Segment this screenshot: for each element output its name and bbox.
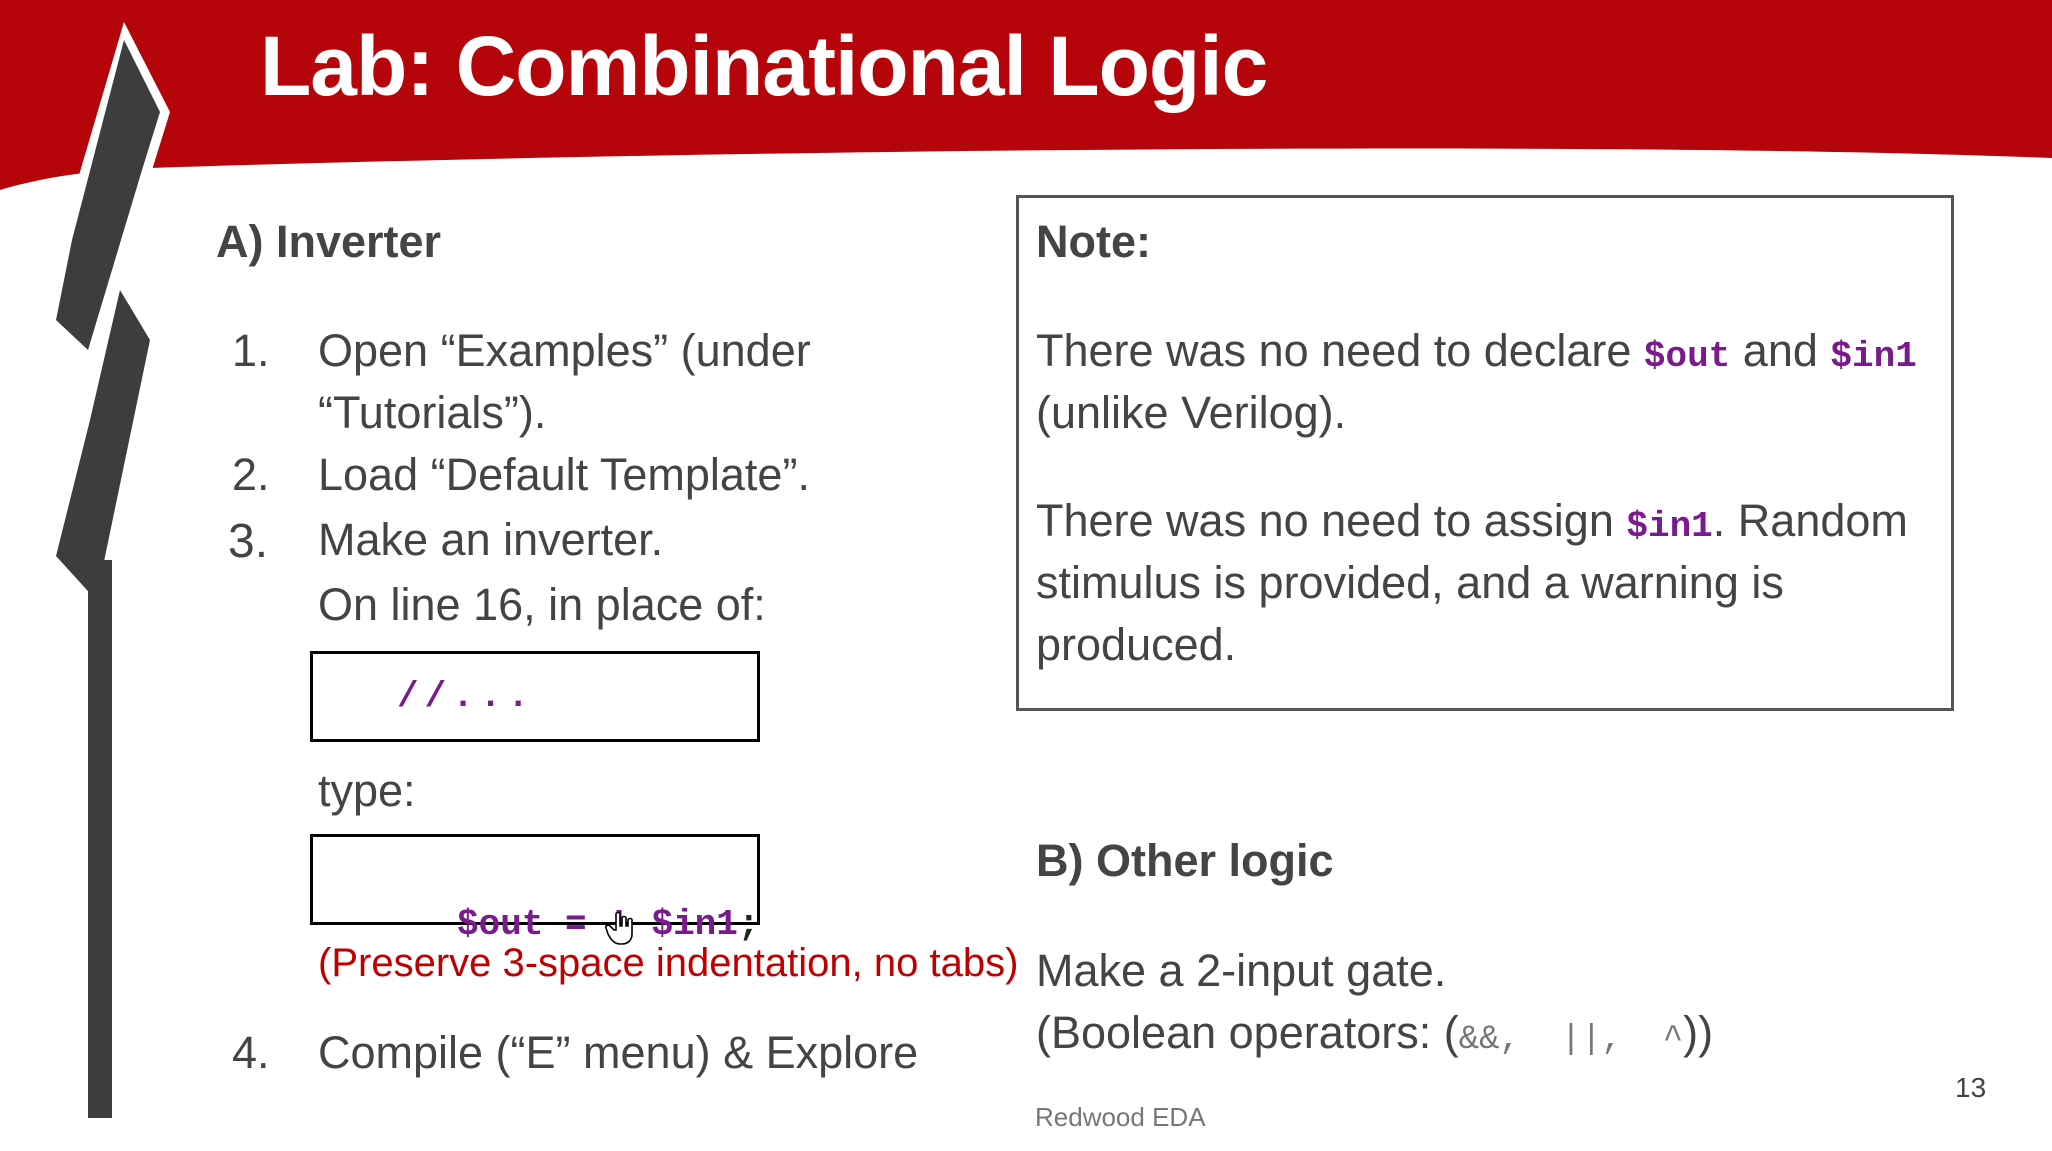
section-a-heading: A) Inverter [216, 216, 442, 267]
section-b-heading: B) Other logic [1036, 835, 1334, 886]
step-2-number: 2. [232, 449, 270, 500]
section-b-line-2-suffix: )) [1683, 1007, 1714, 1058]
inverter-code-box: $out = ! $in1; [310, 834, 760, 945]
note-paragraph-1-line-2: (unlike Verilog). [1036, 387, 1347, 438]
step-3-number: 3. [228, 515, 269, 568]
placeholder-code-box: //... [310, 651, 760, 742]
note-p2-text-b: . Random [1712, 495, 1908, 546]
slide: Lab: Combinational Logic A) Inverter 1. … [0, 0, 2052, 1151]
step-3-line-1: Make an inverter. [318, 514, 664, 565]
code-in: $in1 [651, 904, 738, 945]
note-paragraph-2-line-3: produced. [1036, 619, 1237, 670]
section-b-line-2-prefix: (Boolean operators: ( [1036, 1007, 1459, 1058]
note-p1-text-b: and [1730, 325, 1831, 376]
note-heading: Note: [1036, 216, 1151, 267]
note-paragraph-2-line-1: There was no need to assign $in1. Random [1036, 495, 1908, 547]
code-semicolon: ; [737, 904, 760, 945]
note-paragraph-1-line-1: There was no need to declare $out and $i… [1036, 325, 1917, 377]
note-p2-code-in: $in1 [1626, 506, 1713, 547]
code-out: $out [457, 904, 544, 945]
note-p1-code-out: $out [1643, 336, 1731, 377]
note-paragraph-2-line-2: stimulus is provided, and a warning is [1036, 557, 1784, 608]
step-1-line-2: “Tutorials”). [318, 387, 547, 438]
note-p2-text-a: There was no need to assign [1036, 495, 1627, 546]
step-4-line-1: Compile (“E” menu) & Explore [318, 1027, 919, 1078]
step-3-line-2: On line 16, in place of: [318, 579, 766, 630]
note-p1-text-a: There was no need to declare [1036, 325, 1644, 376]
section-b-line-2: (Boolean operators: (&&, ||, ^)) [1036, 1007, 1713, 1059]
type-label: type: [318, 765, 416, 816]
redwood-logo [40, 22, 170, 1118]
step-1-line-1: Open “Examples” (under [318, 325, 811, 376]
step-1-number: 1. [232, 325, 270, 376]
section-b-line-1: Make a 2-input gate. [1036, 945, 1447, 996]
step-4-number: 4. [232, 1027, 270, 1078]
placeholder-code: //... [397, 676, 536, 717]
slide-title: Lab: Combinational Logic [260, 19, 1268, 113]
indentation-warning: (Preserve 3-space indentation, no tabs) [318, 941, 1019, 985]
footer-company: Redwood EDA [1035, 1102, 1206, 1132]
step-2-line-1: Load “Default Template”. [318, 449, 810, 500]
boolean-operators: &&, ||, ^ [1458, 1021, 1684, 1059]
note-p1-code-in: $in1 [1830, 336, 1917, 377]
page-number: 13 [1955, 1072, 1987, 1103]
